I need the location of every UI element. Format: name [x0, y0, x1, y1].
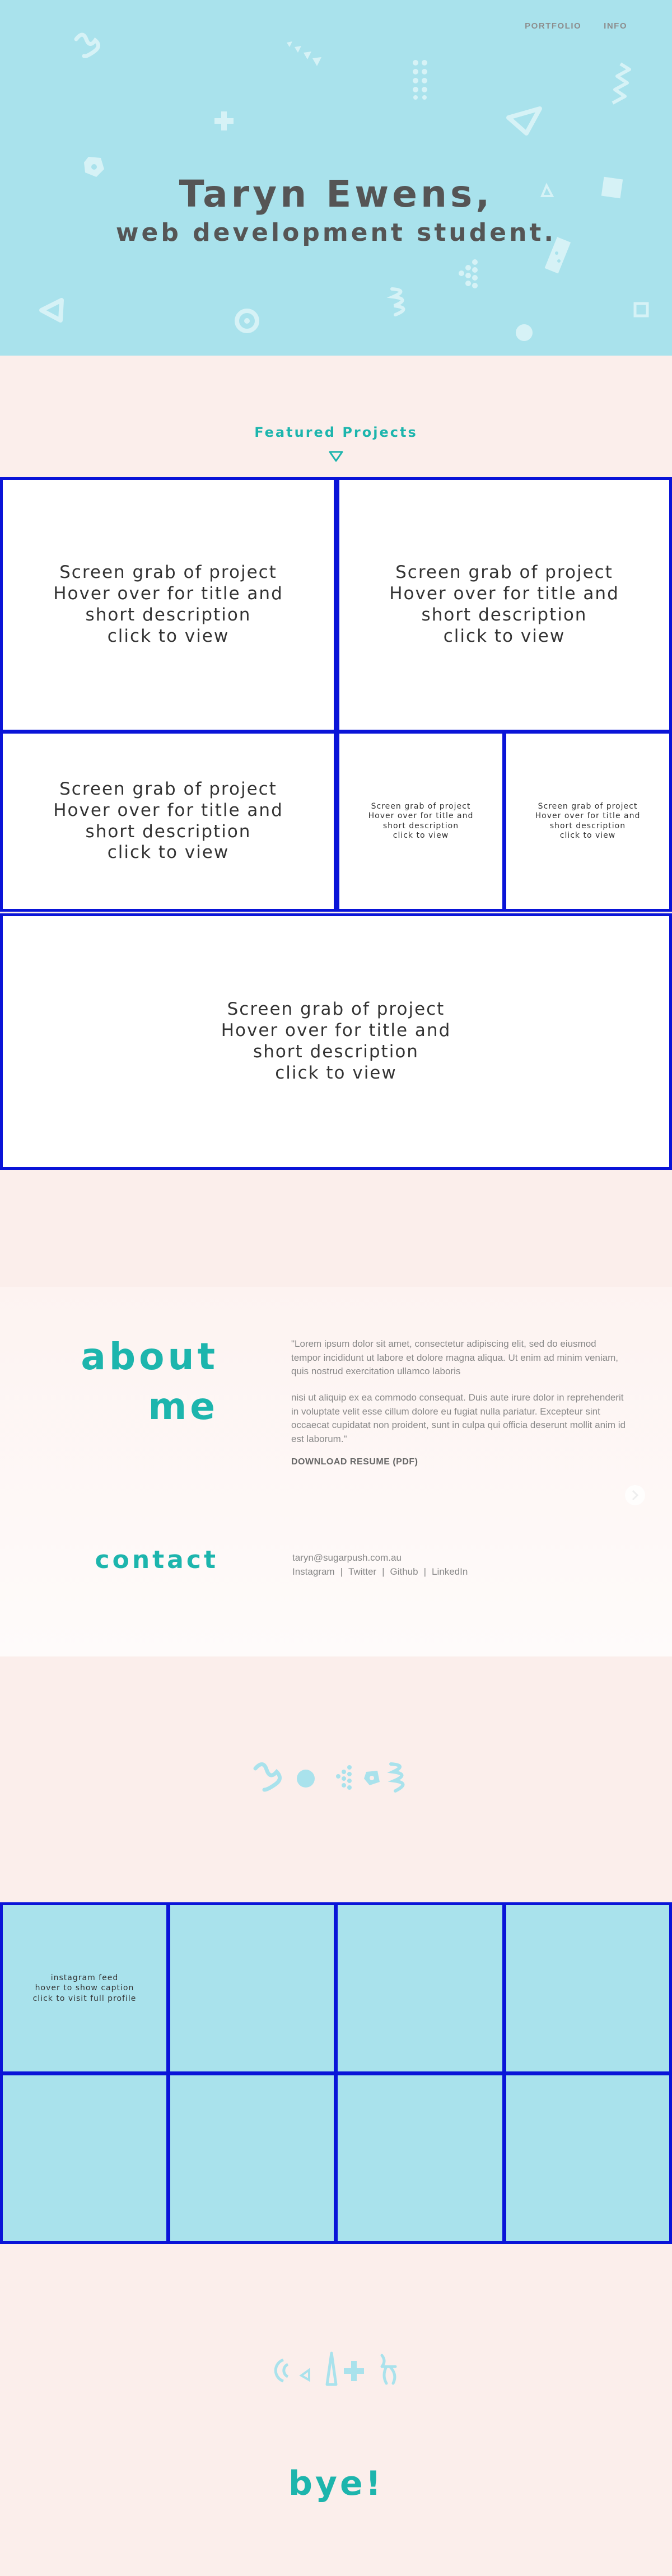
instagram-tile-2[interactable] — [167, 1902, 337, 2074]
placeholder-line: click to view — [107, 626, 230, 646]
squiggle-decoration — [74, 32, 100, 58]
hero-subtitle: web development student. — [115, 218, 557, 247]
down-arrow-icon[interactable] — [328, 450, 344, 463]
decorative-shapes-row — [253, 1762, 405, 1793]
about-heading-line: me — [148, 1385, 218, 1429]
download-resume-link[interactable]: DOWNLOAD RESUME (PDF) — [291, 1457, 418, 1467]
placeholder-line: short description — [549, 821, 626, 830]
instagram-tile-5[interactable] — [0, 2073, 169, 2244]
caption-line: hover to show caption — [35, 1984, 134, 1993]
twitter-link[interactable]: Twitter — [348, 1566, 376, 1578]
placeholder-line: Hover over for title and — [53, 584, 283, 604]
contact-heading: contact — [95, 1546, 218, 1574]
placeholder-line: short description — [85, 821, 251, 842]
nav-portfolio[interactable]: PORTFOLIO — [525, 21, 581, 31]
triangle-left-decoration — [39, 298, 64, 323]
project-tile-5[interactable]: Screen grab of project Hover over for ti… — [503, 731, 672, 912]
nav-info[interactable]: INFO — [604, 21, 627, 31]
featured-projects-heading: Featured Projects — [254, 424, 418, 440]
decorative-shapes-row-bottom — [274, 2351, 397, 2386]
placeholder-line: Hover over for title and — [535, 811, 641, 821]
project-tile-4[interactable]: Screen grab of project Hover over for ti… — [337, 731, 505, 912]
placeholder-line: short description — [85, 605, 251, 625]
placeholder-line: Hover over for title and — [389, 584, 619, 604]
about-paragraph: "Lorem ipsum dolor sit amet, consectetur… — [291, 1338, 618, 1377]
placeholder-line: Screen grab of project — [59, 778, 277, 799]
bye-heading: bye! — [288, 2464, 384, 2503]
instagram-tile-4[interactable] — [503, 1902, 672, 2074]
hero-title: Taryn Ewens, — [179, 172, 493, 216]
social-links: Instagram | Twitter | Github | LinkedIn — [292, 1566, 468, 1578]
circle-decoration — [516, 324, 533, 341]
project-tile-2[interactable]: Screen grab of project Hover over for ti… — [337, 477, 672, 732]
project-placeholder-text: Screen grab of project Hover over for ti… — [535, 802, 641, 840]
placeholder-line: short description — [253, 1042, 419, 1062]
zigzag-decoration — [612, 62, 631, 105]
project-tile-3[interactable]: Screen grab of project Hover over for ti… — [0, 731, 337, 912]
coil-decoration — [386, 287, 405, 316]
about-heading: about me — [81, 1332, 218, 1431]
placeholder-line: click to view — [393, 830, 449, 840]
right-chevron-icon[interactable] — [624, 1484, 646, 1506]
placeholder-line: Hover over for title and — [221, 1020, 451, 1041]
project-placeholder-text: Screen grab of project Hover over for ti… — [53, 562, 283, 647]
placeholder-line: Hover over for title and — [368, 811, 474, 821]
placeholder-line: short description — [421, 605, 587, 625]
instagram-link[interactable]: Instagram — [292, 1566, 335, 1578]
project-placeholder-text: Screen grab of project Hover over for ti… — [368, 802, 474, 840]
placeholder-line: click to view — [559, 830, 616, 840]
placeholder-line: Screen grab of project — [395, 562, 613, 583]
project-tile-1[interactable]: Screen grab of project Hover over for ti… — [0, 477, 337, 732]
ring-decoration — [235, 309, 259, 333]
project-placeholder-text: Screen grab of project Hover over for ti… — [389, 562, 619, 647]
top-nav: PORTFOLIO INFO — [525, 21, 627, 31]
placeholder-line: Screen grab of project — [59, 562, 277, 583]
contact-email-link[interactable]: taryn@sugarpush.com.au — [292, 1552, 402, 1564]
crescent-decoration — [193, 11, 204, 32]
link-separator: | — [340, 1566, 343, 1577]
triangle-outline-decoration — [506, 106, 542, 136]
link-separator: | — [382, 1566, 385, 1577]
placeholder-line: click to view — [107, 842, 230, 863]
instagram-tile-1[interactable]: instagram feed hover to show caption cli… — [0, 1902, 169, 2074]
about-text: "Lorem ipsum dolor sit amet, consectetur… — [291, 1337, 627, 1458]
instagram-tile-3[interactable] — [335, 1902, 505, 2074]
hero-section: PORTFOLIO INFO Taryn Ewens, web developm… — [0, 0, 672, 356]
about-heading-line: about — [81, 1335, 218, 1378]
instagram-placeholder-text: instagram feed hover to show caption cli… — [33, 1973, 137, 2004]
small-square-decoration — [633, 302, 649, 318]
placeholder-line: Hover over for title and — [53, 800, 283, 820]
placeholder-line: click to view — [443, 626, 566, 646]
instagram-tile-6[interactable] — [167, 2073, 337, 2244]
github-link[interactable]: Github — [390, 1566, 418, 1578]
placeholder-line: Screen grab of project — [538, 802, 638, 811]
project-tile-6[interactable]: Screen grab of project Hover over for ti… — [0, 913, 672, 1170]
caption-line: click to visit full profile — [32, 1994, 137, 2003]
link-separator: | — [423, 1566, 427, 1577]
triangles-decoration — [287, 41, 321, 66]
placeholder-line: short description — [382, 821, 459, 830]
placeholder-line: click to view — [275, 1062, 397, 1083]
plus-decoration — [214, 111, 234, 130]
placeholder-line: Screen grab of project — [227, 999, 445, 1020]
caption-line: instagram feed — [50, 1973, 119, 1983]
dot-triangle-decoration — [459, 259, 478, 288]
project-placeholder-text: Screen grab of project Hover over for ti… — [221, 999, 451, 1084]
linkedin-link[interactable]: LinkedIn — [432, 1566, 468, 1578]
placeholder-line: Screen grab of project — [371, 802, 471, 811]
dot-grid-decoration — [413, 60, 427, 100]
instagram-tile-7[interactable] — [335, 2073, 505, 2244]
project-placeholder-text: Screen grab of project Hover over for ti… — [53, 779, 283, 864]
instagram-tile-8[interactable] — [503, 2073, 672, 2244]
about-paragraph: nisi ut aliquip ex ea commodo consequat.… — [291, 1392, 626, 1444]
